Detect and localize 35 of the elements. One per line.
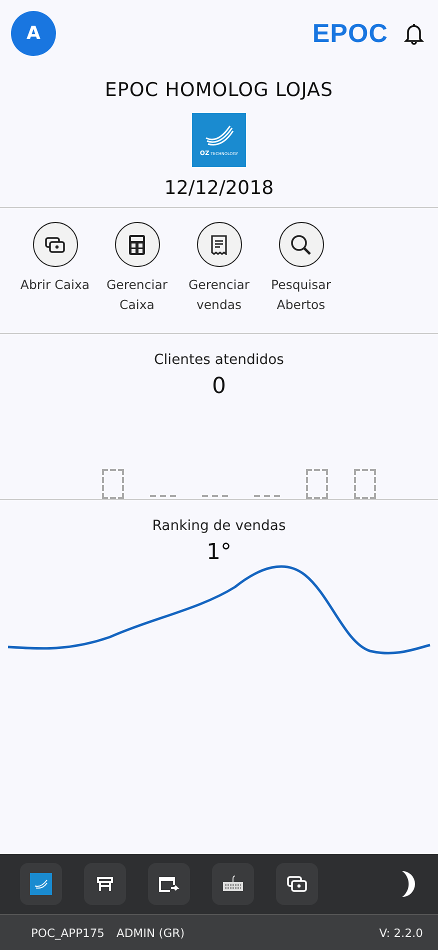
receipt-icon <box>211 234 227 254</box>
placeholder-dash <box>150 495 176 497</box>
placeholder-bar <box>354 469 376 499</box>
date: 12/12/2018 <box>164 177 274 199</box>
dock-button[interactable] <box>212 863 254 905</box>
store-name: EPOC HOMOLOG LOJAS <box>104 79 334 101</box>
dock-button[interactable] <box>84 863 126 905</box>
cash-icon <box>287 875 307 893</box>
dock-button[interactable] <box>276 863 318 905</box>
cash-icon <box>45 236 65 254</box>
section-title: Clientes atendidos <box>154 352 284 368</box>
action-button[interactable]: Pesquisar Abertos <box>264 222 338 315</box>
store-icon <box>157 875 181 893</box>
keyboard-icon <box>222 875 244 893</box>
section-title: Ranking de vendas <box>152 518 286 534</box>
table-icon <box>96 876 114 892</box>
placeholder-bar <box>306 469 328 499</box>
avatar[interactable]: A <box>11 11 56 56</box>
action-button[interactable]: Gerenciar vendas <box>182 222 256 315</box>
action-button[interactable]: Abrir Caixa <box>18 222 92 315</box>
placeholder-bar <box>102 469 124 499</box>
bell-icon[interactable] <box>404 22 424 44</box>
placeholder-dash <box>202 495 228 497</box>
user-name: ADMIN (GR) <box>116 926 185 940</box>
ranking-position: 1° <box>206 540 232 565</box>
device-name: POC_APP175 <box>31 926 104 940</box>
app-version: V: 2.2.0 <box>379 926 423 940</box>
dock-button[interactable] <box>148 863 190 905</box>
logo-icon <box>30 873 52 895</box>
search-icon <box>290 234 312 256</box>
action-button[interactable]: Gerenciar Caixa <box>100 222 174 315</box>
brand-logo: EPOC <box>312 18 388 49</box>
clients-count: 0 <box>212 374 226 399</box>
calculator-icon <box>129 234 145 254</box>
placeholder-dash <box>254 495 280 497</box>
